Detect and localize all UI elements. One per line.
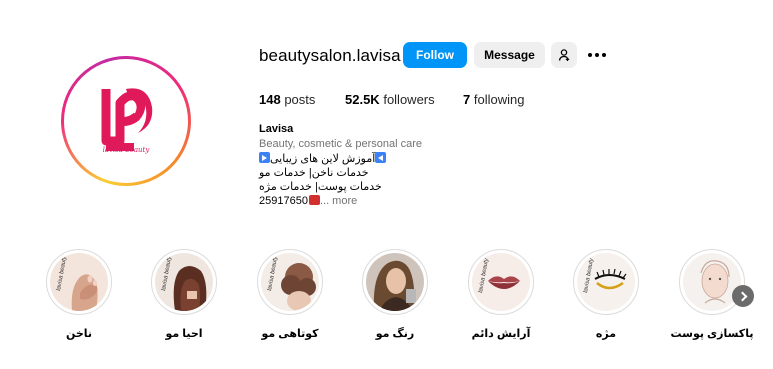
highlight-ring: lavisa beauty bbox=[573, 249, 639, 315]
bio-category: Beauty, cosmetic & personal care bbox=[259, 138, 423, 150]
highlight-nails[interactable]: lavisa beauty ناخن bbox=[46, 249, 112, 340]
following-stat[interactable]: 7 following bbox=[463, 92, 524, 107]
message-button[interactable]: Message bbox=[474, 42, 545, 68]
highlight-hair-color[interactable]: رنگ مو bbox=[362, 249, 428, 340]
lips-icon: lavisa beauty bbox=[472, 253, 530, 311]
hair-back-icon: lavisa beauty bbox=[155, 253, 213, 311]
add-user-icon bbox=[558, 49, 570, 61]
highlight-hair-restore[interactable]: lavisa beauty احیا مو bbox=[151, 249, 217, 340]
profile-username: beautysalon.lavisa bbox=[259, 46, 401, 65]
bio-more-link[interactable]: ... more bbox=[320, 195, 357, 207]
face-care-icon bbox=[683, 253, 741, 311]
highlight-label: کوتاهی مو bbox=[261, 328, 319, 340]
followers-label: followers bbox=[383, 92, 435, 107]
hands-nails-icon: lavisa beauty bbox=[50, 253, 108, 311]
curly-hair-icon: lavisa beauty bbox=[261, 253, 319, 311]
bio-name: Lavisa bbox=[259, 123, 294, 135]
highlight-ring: lavisa beauty bbox=[468, 249, 534, 315]
highlight-skin-cleansing[interactable]: پاکسازی پوست bbox=[671, 249, 753, 340]
arrow-right-emoji-icon bbox=[259, 152, 270, 163]
highlight-permanent-makeup[interactable]: lavisa beauty آرایش دائم bbox=[468, 249, 534, 340]
highlight-ring bbox=[679, 249, 745, 315]
bio-line-1-text: آموزش لاین های زیبایی bbox=[270, 153, 376, 165]
highlight-eyelash[interactable]: lavisa beauty مژه bbox=[573, 249, 639, 340]
posts-stat: 148 posts bbox=[259, 92, 315, 107]
bio-line-4: 25917650 ... more bbox=[259, 195, 357, 207]
bio-line-3: خدمات پوست| خدمات مژه bbox=[259, 181, 382, 193]
woman-portrait-icon bbox=[366, 253, 424, 311]
bio-phone-number: 25917650 bbox=[259, 195, 308, 207]
highlight-label: احیا مو bbox=[165, 328, 203, 340]
follow-button[interactable]: Follow bbox=[403, 42, 467, 68]
more-options-icon[interactable] bbox=[588, 48, 608, 62]
highlight-label: رنگ مو bbox=[375, 328, 415, 340]
lavisa-logo-icon bbox=[101, 88, 153, 151]
highlight-haircut[interactable]: lavisa beauty کوتاهی مو bbox=[257, 249, 323, 340]
highlight-ring: lavisa beauty bbox=[151, 249, 217, 315]
arrow-left-emoji-icon bbox=[375, 152, 387, 163]
highlight-label: آرایش دائم bbox=[471, 328, 531, 340]
posts-label: posts bbox=[284, 92, 316, 107]
logo-caption: lavisa beauty bbox=[102, 146, 150, 154]
avatar-border: lavisa beauty bbox=[64, 59, 188, 183]
highlights-next-icon[interactable] bbox=[732, 285, 754, 307]
highlight-ring bbox=[362, 249, 428, 315]
highlight-label: مژه bbox=[595, 328, 617, 340]
suggest-accounts-button[interactable] bbox=[551, 42, 577, 68]
followers-count: 52.5K bbox=[345, 92, 380, 107]
highlight-label: ناخن bbox=[65, 328, 93, 340]
avatar: lavisa beauty bbox=[68, 63, 184, 179]
phone-emoji-icon bbox=[308, 195, 320, 205]
following-count: 7 bbox=[463, 92, 471, 107]
posts-count: 148 bbox=[259, 92, 281, 107]
bio-line-1: آموزش لاین های زیبایی bbox=[259, 152, 387, 165]
profile-avatar-ring[interactable]: lavisa beauty bbox=[61, 56, 191, 186]
highlight-ring: lavisa beauty bbox=[257, 249, 323, 315]
highlight-label: پاکسازی پوست bbox=[670, 328, 754, 340]
following-label: following bbox=[473, 92, 525, 107]
eyelash-icon: lavisa beauty bbox=[577, 253, 635, 311]
bio-line-2: خدمات ناخن| خدمات مو bbox=[259, 167, 369, 179]
highlight-ring: lavisa beauty bbox=[46, 249, 112, 315]
followers-stat[interactable]: 52.5K followers bbox=[345, 92, 435, 107]
